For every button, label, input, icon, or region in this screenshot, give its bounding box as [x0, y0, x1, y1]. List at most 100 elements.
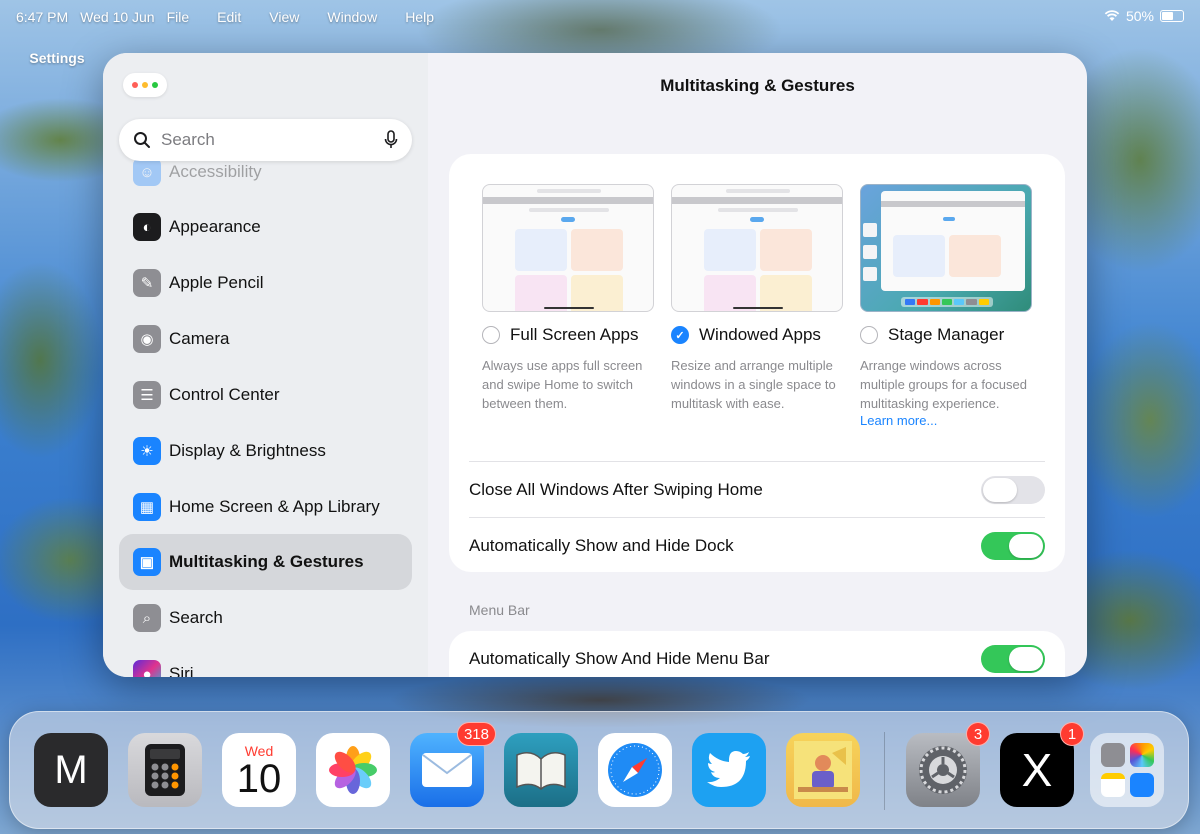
menu-window[interactable]: Window — [327, 9, 377, 25]
menu-bar-card: Automatically Show And Hide Menu Bar — [449, 631, 1065, 677]
menu-app-name[interactable]: Settings — [20, 21, 94, 95]
dock-app-x[interactable]: X 1 — [1000, 722, 1084, 807]
show-hide-dock-toggle[interactable] — [981, 531, 1045, 560]
sidebar-item-label: Search — [169, 608, 223, 627]
book-icon — [516, 752, 566, 790]
dock-app-twitter[interactable] — [692, 733, 766, 807]
close-dot-icon[interactable] — [132, 82, 138, 88]
stage-manager-preview[interactable] — [860, 184, 1032, 312]
dock: M Wed 10 318 3 X 1 — [9, 711, 1189, 829]
menu-help[interactable]: Help — [405, 9, 434, 25]
search-field[interactable]: Search — [119, 119, 412, 161]
learn-more-link[interactable]: Learn more... — [860, 413, 1032, 428]
content-pane: Multitasking & Gestures Full Screen Apps… — [428, 53, 1087, 677]
gear-icon — [919, 746, 967, 794]
wifi-icon — [1104, 10, 1120, 21]
option-stage-manager[interactable]: Stage Manager Arrange windows across mul… — [860, 184, 1032, 428]
dock-app-m[interactable]: M — [34, 733, 108, 807]
camera-icon: ◉ — [133, 325, 161, 353]
dock-app-settings[interactable]: 3 — [906, 722, 990, 807]
windowed-apps-radio[interactable]: ✓ — [671, 326, 689, 344]
sidebar-item-home-screen[interactable]: ▦ Home Screen & App Library — [119, 479, 412, 535]
window-controls[interactable] — [123, 73, 167, 97]
option-label: Windowed Apps — [699, 325, 821, 344]
option-description: Always use apps full screen and swipe Ho… — [482, 358, 643, 411]
option-windowed-apps[interactable]: ✓ Windowed Apps Resize and arrange multip… — [671, 184, 843, 413]
dock-app-library[interactable] — [1090, 733, 1164, 807]
clock-date: Wed 10 Jun — [80, 9, 155, 25]
mode-card: Full Screen Apps Always use apps full sc… — [449, 154, 1065, 572]
dock-app-calculator[interactable] — [128, 733, 202, 807]
sidebar-item-appearance[interactable]: ◐ Appearance — [119, 199, 412, 255]
setting-row-close-windows: Close All Windows After Swiping Home — [469, 461, 1045, 517]
search-placeholder: Search — [161, 130, 215, 149]
sidebar-item-label: Home Screen & App Library — [169, 497, 380, 516]
mini-photos-icon — [1129, 743, 1154, 768]
bird-icon — [707, 751, 750, 787]
sidebar-item-label: Control Center — [169, 385, 280, 404]
page-title: Multitasking & Gestures — [660, 76, 855, 95]
option-description: Resize and arrange multiple windows in a… — [671, 358, 836, 411]
mini-settings-icon — [1100, 743, 1125, 768]
settings-window: Search ☺ Accessibility ◐ Appearance ✎ Ap… — [103, 53, 1087, 677]
search-icon — [134, 132, 150, 148]
settings-badge: 3 — [966, 722, 990, 746]
setting-label: Automatically Show And Hide Menu Bar — [469, 649, 770, 668]
sidebar-item-multitasking[interactable]: ▣ Multitasking & Gestures — [119, 534, 412, 590]
dock-app-calendar[interactable]: Wed 10 — [222, 733, 296, 807]
sidebar: Search ☺ Accessibility ◐ Appearance ✎ Ap… — [103, 53, 428, 677]
sidebar-item-label: Siri — [169, 664, 194, 677]
full-screen-preview[interactable] — [482, 184, 654, 312]
multitasking-icon: ▣ — [133, 548, 161, 576]
close-windows-toggle[interactable] — [981, 475, 1045, 504]
sidebar-item-siri[interactable]: ● Siri — [119, 646, 412, 677]
minimize-dot-icon[interactable] — [142, 82, 148, 88]
home-grid-icon: ▦ — [133, 493, 161, 521]
dock-app-mail[interactable]: 318 — [410, 722, 496, 807]
app-glyph: X — [1021, 744, 1053, 796]
illustration-icon — [794, 741, 852, 799]
sidebar-item-label: Appearance — [169, 217, 261, 236]
setting-row-show-hide-dock: Automatically Show and Hide Dock — [469, 517, 1045, 573]
option-description: Arrange windows across multiple groups f… — [860, 358, 1027, 411]
windowed-apps-preview[interactable] — [671, 184, 843, 312]
option-full-screen[interactable]: Full Screen Apps Always use apps full sc… — [482, 184, 654, 413]
setting-label: Automatically Show and Hide Dock — [469, 535, 734, 555]
microphone-icon[interactable] — [384, 130, 398, 150]
menu-bar: 6:47 PM Wed 10 Jun Settings File Edit Vi… — [0, 0, 1200, 66]
dock-app-safari[interactable] — [598, 733, 672, 807]
battery-percent: 50% — [1125, 8, 1154, 24]
full-screen-radio[interactable] — [482, 326, 500, 344]
dock-app-books[interactable] — [504, 733, 578, 807]
menu-edit[interactable]: Edit — [217, 9, 241, 25]
show-hide-menu-bar-toggle[interactable] — [981, 645, 1045, 673]
toggles-icon: ☰ — [133, 381, 161, 409]
sidebar-item-label: Multitasking & Gestures — [169, 552, 364, 571]
battery-icon — [1160, 10, 1184, 22]
menu-file[interactable]: File — [167, 9, 190, 25]
setting-row-show-hide-menu-bar: Automatically Show And Hide Menu Bar — [469, 631, 1045, 677]
mini-notes-icon — [1100, 772, 1125, 797]
calculator-icon — [145, 744, 185, 796]
sidebar-item-camera[interactable]: ◉ Camera — [119, 311, 412, 367]
stage-manager-radio[interactable] — [860, 326, 878, 344]
photos-icon — [329, 746, 377, 794]
appearance-icon: ◐ — [133, 213, 161, 241]
sidebar-item-label: Display & Brightness — [169, 441, 326, 460]
x-badge: 1 — [1060, 722, 1084, 746]
sidebar-item-control-center[interactable]: ☰ Control Center — [119, 367, 412, 423]
dock-app-illustration[interactable] — [786, 733, 860, 807]
sidebar-item-apple-pencil[interactable]: ✎ Apple Pencil — [119, 255, 412, 311]
compass-icon — [608, 743, 662, 797]
sidebar-item-display-brightness[interactable]: ☀ Display & Brightness — [119, 423, 412, 479]
sidebar-item-label: Camera — [169, 329, 230, 348]
siri-icon: ● — [133, 660, 161, 677]
search-icon: ⌕ — [133, 604, 161, 632]
status-area: 50% — [1104, 8, 1184, 24]
sidebar-item-search[interactable]: ⌕ Search — [119, 590, 412, 646]
zoom-dot-icon[interactable] — [152, 82, 158, 88]
mini-finder-icon — [1129, 772, 1154, 797]
menu-view[interactable]: View — [269, 9, 299, 25]
section-header-menu-bar: Menu Bar — [469, 602, 530, 618]
dock-app-photos[interactable] — [316, 733, 390, 807]
